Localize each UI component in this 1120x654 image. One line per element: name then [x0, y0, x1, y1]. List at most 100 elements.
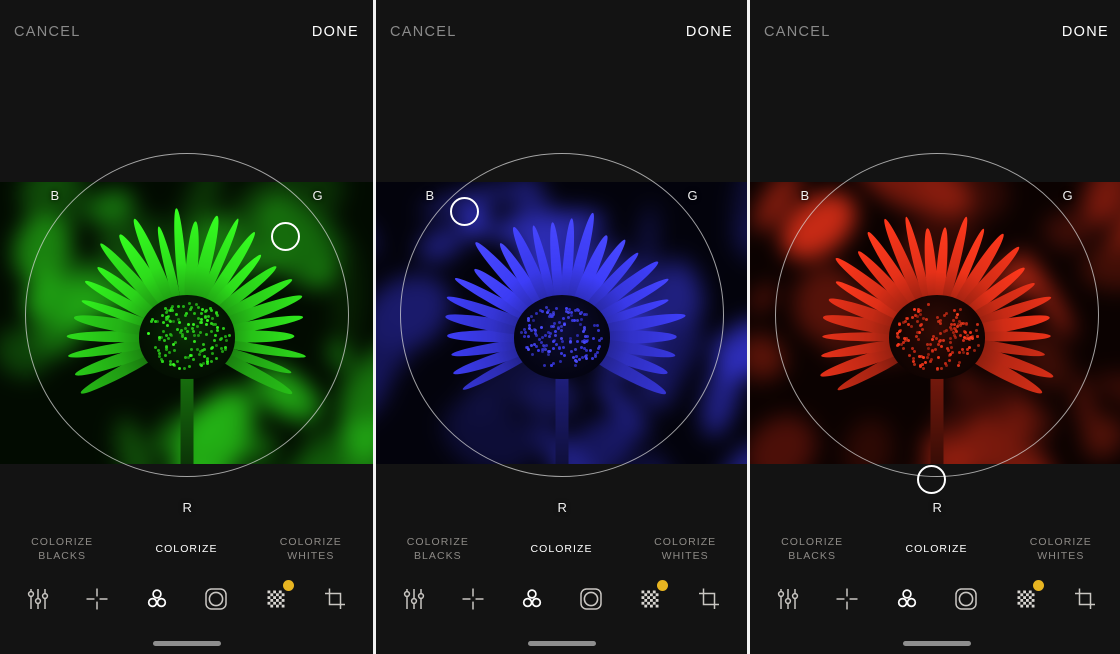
tool-texture-checker[interactable] [256, 579, 296, 619]
tool-vignette[interactable] [571, 579, 611, 619]
cone-spine [924, 360, 928, 364]
cone-spine [571, 318, 575, 322]
cone-spine [940, 366, 944, 370]
cone-spine [562, 345, 566, 349]
cone-spine [954, 335, 958, 339]
cone-spine [955, 315, 959, 319]
cone-spine [187, 365, 191, 369]
cone-spine [937, 342, 941, 346]
tool-crop[interactable] [1065, 579, 1105, 619]
cone-spine [174, 312, 178, 316]
tool-adjust-sliders[interactable] [394, 579, 434, 619]
color-wheel-handle[interactable] [449, 197, 479, 227]
cone-spine [228, 334, 232, 338]
cone-spine [223, 345, 227, 349]
mode-colorize-whites[interactable]: COLORIZE WHITES [249, 535, 373, 563]
cone-spine [569, 314, 573, 318]
cone-spine [942, 339, 946, 343]
mode-colorize-blacks[interactable]: COLORIZE BLACKS [750, 535, 874, 563]
cone-spine [551, 325, 555, 329]
mode-colorize-blacks-line2: BLACKS [38, 550, 87, 562]
tool-vignette[interactable] [946, 579, 986, 619]
cone-spine [937, 319, 941, 323]
cone-spine [177, 367, 181, 371]
cone-spine [958, 361, 962, 365]
cone-spine [162, 330, 166, 334]
cone-spine [937, 356, 941, 360]
photo-stage[interactable] [0, 182, 373, 464]
photo-stage[interactable] [376, 182, 747, 464]
mode-colorize[interactable]: COLORIZE [874, 542, 998, 556]
cone-spine [156, 319, 160, 323]
cone-spine [150, 317, 154, 321]
done-button[interactable]: DONE [686, 24, 733, 40]
cone-spine [211, 317, 215, 321]
cone-spine [219, 336, 223, 340]
cone-spine [209, 330, 213, 334]
photo-stage[interactable] [750, 182, 1120, 464]
tool-adjust-sliders[interactable] [768, 579, 808, 619]
cone-spine [189, 347, 193, 351]
tool-texture-checker[interactable] [1006, 579, 1046, 619]
cone-spine [913, 350, 917, 354]
cancel-button[interactable]: CANCEL [390, 24, 457, 40]
tool-crop[interactable] [689, 579, 729, 619]
tool-color-wheels[interactable] [887, 579, 927, 619]
cone-spine [573, 364, 577, 368]
tool-bar [750, 572, 1120, 626]
tool-color-wheels[interactable] [512, 579, 552, 619]
mode-colorize-whites[interactable]: COLORIZE WHITES [999, 535, 1120, 563]
cone-spine [539, 325, 543, 329]
cone-spine [189, 306, 193, 310]
done-button[interactable]: DONE [312, 24, 359, 40]
cone-spine [976, 334, 980, 338]
tool-selective-crosshair[interactable] [77, 579, 117, 619]
wheel-label-red: R [182, 500, 193, 515]
cone-spine [165, 347, 169, 351]
cancel-button[interactable]: CANCEL [764, 24, 831, 40]
tool-crop[interactable] [315, 579, 355, 619]
cone-spine [530, 343, 534, 347]
cone-spine [191, 358, 195, 362]
selective-crosshair-icon [84, 586, 110, 612]
mode-colorize-blacks[interactable]: COLORIZE BLACKS [376, 535, 500, 563]
cone-spine [535, 344, 539, 348]
mode-colorize-label: COLORIZE [905, 543, 968, 555]
tool-color-wheels[interactable] [137, 579, 177, 619]
done-button[interactable]: DONE [1062, 24, 1109, 40]
mode-colorize[interactable]: COLORIZE [124, 542, 248, 556]
flower-cone [138, 295, 235, 380]
tool-adjust-sliders[interactable] [18, 579, 58, 619]
mode-colorize-whites[interactable]: COLORIZE WHITES [623, 535, 747, 563]
color-wheel-handle[interactable] [917, 464, 947, 494]
mode-colorize-blacks[interactable]: COLORIZE BLACKS [0, 535, 124, 563]
cone-spine [546, 352, 550, 356]
flower-subject [437, 211, 687, 464]
cone-spine [594, 354, 597, 358]
mode-colorize[interactable]: COLORIZE [500, 542, 624, 556]
cone-spine [575, 340, 579, 344]
cone-spine [962, 338, 966, 342]
cone-spine [591, 357, 595, 361]
cone-spine [926, 343, 930, 347]
cone-spine [200, 363, 204, 367]
cone-spine [213, 338, 217, 342]
cone-spine [916, 337, 920, 341]
tool-selective-crosshair[interactable] [453, 579, 493, 619]
cone-spine [186, 330, 190, 334]
cone-spine [957, 350, 961, 354]
texture-edit-badge [657, 580, 669, 591]
cone-spine [976, 343, 980, 347]
cone-spine [600, 337, 604, 341]
tool-texture-checker[interactable] [630, 579, 670, 619]
flower-cone [888, 295, 985, 380]
mode-colorize-whites-line1: COLORIZE [279, 536, 342, 548]
cone-spine [902, 347, 906, 351]
cancel-button[interactable]: CANCEL [14, 24, 81, 40]
tool-vignette[interactable] [196, 579, 236, 619]
cone-spine [581, 330, 585, 334]
tool-selective-crosshair[interactable] [827, 579, 867, 619]
cone-spine [938, 340, 942, 344]
cone-spine [166, 336, 170, 340]
cone-spine [540, 310, 544, 314]
